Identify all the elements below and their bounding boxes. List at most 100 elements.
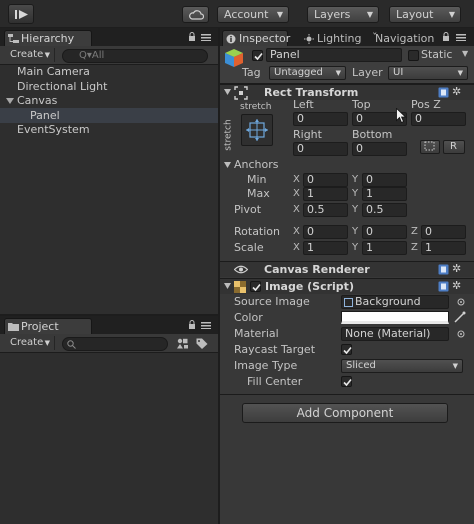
hierarchy-icon xyxy=(8,34,19,43)
scale-y-field[interactable]: 1 xyxy=(362,241,407,255)
object-name-field[interactable]: Panel xyxy=(266,48,402,62)
static-dropdown-icon[interactable]: ▼ xyxy=(462,49,468,58)
static-checkbox[interactable] xyxy=(408,50,419,61)
min-x-field[interactable]: 0 xyxy=(303,173,348,187)
panel-splitter[interactable] xyxy=(0,314,218,316)
foldout-open-icon[interactable] xyxy=(224,283,231,289)
rotation-y-field[interactable]: 0 xyxy=(362,225,407,239)
hierarchy-panel: Hierarchy Create ▼ Q▾All Main Camera Dir… xyxy=(0,28,218,314)
fill-center-checkbox[interactable] xyxy=(341,376,352,387)
image-script-header[interactable]: Image (Script) ✲ xyxy=(220,278,474,294)
sprite-icon xyxy=(344,298,353,307)
foldout-open-icon[interactable] xyxy=(224,162,231,168)
active-checkbox[interactable] xyxy=(252,50,263,61)
hierarchy-item-label: Canvas xyxy=(17,94,58,107)
help-book-icon[interactable] xyxy=(438,281,449,292)
tab-navigation[interactable]: ˇ Navigation xyxy=(372,30,446,46)
lock-icon[interactable] xyxy=(442,32,450,41)
hierarchy-search-input[interactable]: Q▾All xyxy=(62,49,208,63)
pivot-y-field[interactable]: 0.5 xyxy=(362,203,407,217)
max-y-axis-label: Y xyxy=(352,188,359,199)
min-y-field[interactable]: 0 xyxy=(362,173,407,187)
tab-lighting[interactable]: Lighting xyxy=(300,30,362,46)
posz-value: 0 xyxy=(415,112,422,125)
image-type-value: Sliced xyxy=(346,360,376,371)
layer-label: Layer xyxy=(352,66,383,79)
left-field[interactable]: 0 xyxy=(293,112,348,126)
max-x-field[interactable]: 1 xyxy=(303,187,348,201)
tab-project[interactable]: Project xyxy=(4,318,92,334)
hierarchy-item-main-camera[interactable]: Main Camera xyxy=(0,64,218,79)
hierarchy-item-panel[interactable]: Panel xyxy=(0,108,218,123)
layers-dropdown[interactable]: Layers ▼ xyxy=(307,6,379,23)
posz-label: Pos Z xyxy=(411,98,441,111)
chevron-down-icon: ▼ xyxy=(457,69,463,77)
source-image-field[interactable]: Background xyxy=(341,295,449,309)
max-label: Max xyxy=(247,187,270,200)
raycast-target-checkbox[interactable] xyxy=(341,344,352,355)
add-component-button[interactable]: Add Component xyxy=(242,403,448,423)
panel-splitter[interactable] xyxy=(218,28,220,524)
menu-icon[interactable] xyxy=(201,34,211,41)
hierarchy-item-directional-light[interactable]: Directional Light xyxy=(0,79,218,94)
min-label: Min xyxy=(247,173,267,186)
anchor-preset-vertical-label: stretch xyxy=(223,119,234,151)
rotation-z-field[interactable]: 0 xyxy=(421,225,466,239)
tag-value: Untagged xyxy=(274,67,323,78)
raw-edit-button[interactable]: R xyxy=(443,140,465,154)
help-book-icon[interactable] xyxy=(438,264,449,275)
menu-icon[interactable] xyxy=(456,34,466,41)
label-tag-icon[interactable] xyxy=(196,338,208,349)
scale-x-field[interactable]: 1 xyxy=(303,241,348,255)
image-type-dropdown[interactable]: Sliced ▼ xyxy=(341,359,463,373)
bottom-field[interactable]: 0 xyxy=(352,142,407,156)
hierarchy-item-label: EventSystem xyxy=(17,123,90,136)
expanded-triangle-icon[interactable] xyxy=(6,98,14,104)
max-x-axis-label: X xyxy=(293,188,300,199)
image-enabled-checkbox[interactable] xyxy=(250,281,261,292)
tab-inspector[interactable]: Inspector xyxy=(222,30,291,46)
object-picker-icon[interactable] xyxy=(457,330,465,338)
object-picker-icon[interactable] xyxy=(457,298,465,306)
material-value: None (Material) xyxy=(345,327,431,340)
posz-field[interactable]: 0 xyxy=(411,112,466,126)
object-name: Panel xyxy=(270,48,300,61)
tab-hierarchy[interactable]: Hierarchy xyxy=(4,30,92,46)
right-field[interactable]: 0 xyxy=(293,142,348,156)
layer-dropdown[interactable]: UI ▼ xyxy=(388,66,468,80)
play-button[interactable] xyxy=(8,4,34,24)
material-field[interactable]: None (Material) xyxy=(341,327,449,341)
gear-icon[interactable]: ✲ xyxy=(452,279,461,292)
lock-icon[interactable] xyxy=(188,32,196,41)
pivot-x-field[interactable]: 0.5 xyxy=(303,203,348,217)
create-label: Create xyxy=(10,49,44,60)
color-field[interactable] xyxy=(341,311,449,324)
gear-icon[interactable]: ✲ xyxy=(452,85,461,98)
hierarchy-item-canvas[interactable]: Canvas xyxy=(0,93,218,108)
foldout-open-icon[interactable] xyxy=(224,89,231,95)
filter-by-type-icon[interactable] xyxy=(177,338,189,349)
scale-z-field[interactable]: 1 xyxy=(421,241,466,255)
tab-inspector-label: Inspector xyxy=(239,32,291,45)
hierarchy-item-eventsystem[interactable]: EventSystem xyxy=(0,122,218,137)
project-search-input[interactable] xyxy=(62,337,168,351)
menu-icon[interactable] xyxy=(201,322,211,329)
gear-icon[interactable]: ✲ xyxy=(452,262,461,275)
scale-z-value: 1 xyxy=(425,241,432,254)
blueprint-mode-button[interactable] xyxy=(420,140,440,154)
create-button[interactable]: Create ▼ xyxy=(5,336,55,350)
hierarchy-toolbar: Create ▼ Q▾All xyxy=(0,46,218,65)
tag-dropdown[interactable]: Untagged ▼ xyxy=(269,66,346,80)
canvas-renderer-header[interactable]: Canvas Renderer ✲ xyxy=(220,261,474,277)
help-book-icon[interactable] xyxy=(438,87,449,98)
cloud-button[interactable] xyxy=(182,6,209,23)
rotation-x-field[interactable]: 0 xyxy=(303,225,348,239)
eyedropper-icon[interactable] xyxy=(454,311,466,323)
tab-lighting-label: Lighting xyxy=(317,32,362,45)
max-y-field[interactable]: 1 xyxy=(362,187,407,201)
anchor-presets-button[interactable] xyxy=(241,114,273,146)
layout-dropdown[interactable]: Layout ▼ xyxy=(389,6,461,23)
account-dropdown[interactable]: Account ▼ xyxy=(217,6,289,23)
create-button[interactable]: Create ▼ xyxy=(5,48,55,62)
lock-icon[interactable] xyxy=(188,320,196,329)
